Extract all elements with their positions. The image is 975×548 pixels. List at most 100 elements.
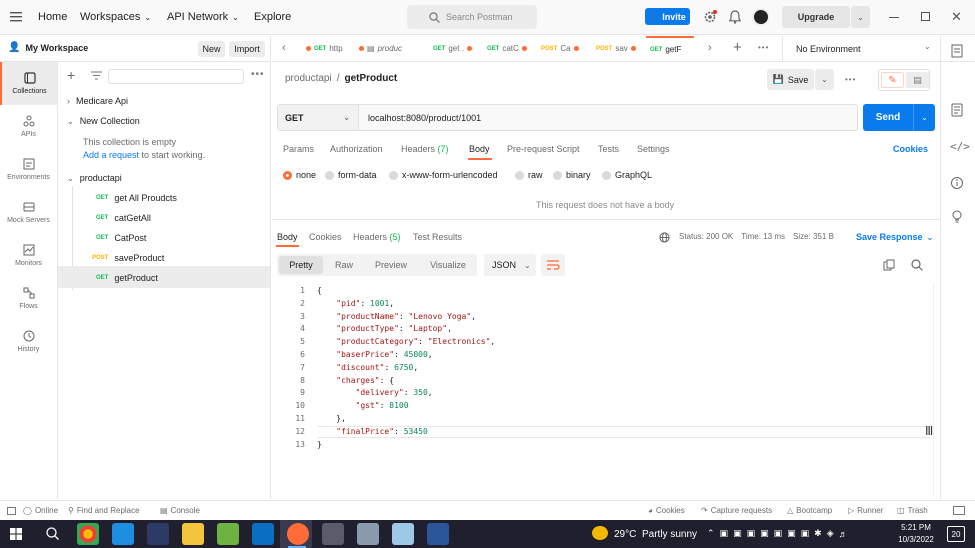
spring-tool-icon[interactable] (217, 523, 239, 545)
save-button[interactable]: 💾 Save (767, 69, 814, 90)
new-button[interactable]: New (198, 41, 225, 57)
comments-icon[interactable]: ▤ (906, 72, 929, 88)
nav-mock-servers[interactable]: Mock Servers (0, 191, 57, 234)
view-preview[interactable]: Preview (366, 256, 416, 274)
bluetooth-icon[interactable]: ✱ (814, 528, 822, 539)
chrome-icon[interactable] (77, 523, 99, 545)
weather-text[interactable]: Partly sunny (642, 529, 697, 540)
close-icon[interactable]: ✕ (951, 9, 962, 25)
avatar[interactable] (752, 8, 770, 26)
lightbulb-icon[interactable] (950, 209, 967, 226)
url-input[interactable]: localhost:8080/product/1001 (368, 113, 481, 123)
collection-new[interactable]: ⌄ New Collection (67, 116, 140, 126)
import-button[interactable]: Import (229, 41, 265, 57)
request-item-saveproduct[interactable]: POST saveProduct (92, 253, 164, 263)
editor-scrollbar[interactable] (933, 283, 934, 496)
code-icon[interactable]: </> (950, 140, 970, 157)
trash-button[interactable]: ◫ Trash (897, 506, 928, 515)
request-item-catgetall[interactable]: GET catGetAll (96, 213, 151, 223)
tab-4[interactable]: GET catC (483, 36, 527, 61)
tab-1[interactable]: GET http (302, 36, 343, 61)
collection-medicare[interactable]: › Medicare Api (67, 96, 128, 106)
minimize-icon[interactable] (889, 17, 899, 18)
nav-monitors[interactable]: Monitors (0, 234, 57, 277)
breadcrumb-parent[interactable]: productapi (285, 73, 332, 84)
weather-temp[interactable]: 29°C (614, 529, 636, 540)
online-status[interactable]: ◯ Online (23, 506, 58, 515)
wrap-lines-icon[interactable] (541, 254, 565, 276)
body-type-urlencoded[interactable]: x-www-form-urlencoded (389, 170, 498, 180)
response-size[interactable]: Size: 351 B (793, 232, 834, 241)
method-select[interactable]: GET ⌄ (278, 105, 359, 130)
send-dropdown-icon[interactable]: ⌄ (913, 104, 935, 131)
send-button[interactable]: Send (863, 104, 913, 131)
nav-collections[interactable]: Collections (0, 62, 57, 105)
restore-icon[interactable] (921, 12, 930, 21)
tab-prerequest-script[interactable]: Pre-request Script (507, 144, 580, 154)
tab-body[interactable]: Body (469, 144, 490, 154)
tab-settings[interactable]: Settings (637, 144, 670, 154)
console-button[interactable]: ▤ Console (160, 506, 200, 515)
environment-quick-look-icon[interactable] (950, 44, 967, 61)
home-link[interactable]: Home (38, 11, 67, 23)
tray-app-icon[interactable]: ▣ (774, 528, 783, 539)
request-item-get-all-products[interactable]: GET get All Proudcts (96, 193, 177, 203)
tab-5[interactable]: POST Ca (537, 36, 579, 61)
search-bar[interactable]: Search Postman (407, 5, 537, 29)
request-item-getproduct[interactable]: GET getProduct (96, 273, 158, 283)
edit-pencil-icon[interactable]: ✎ (881, 72, 904, 88)
volume-icon[interactable]: ♬ (839, 529, 848, 539)
chevron-down-icon[interactable]: ⌄ (924, 42, 931, 51)
search-icon[interactable] (911, 259, 923, 271)
tray-chevron-up-icon[interactable]: ⌃ (707, 528, 715, 539)
tab-2[interactable]: ▤ produc (355, 36, 402, 61)
info-icon[interactable] (950, 176, 967, 193)
format-select[interactable]: JSON ⌄ (484, 254, 536, 276)
tabs-more-icon[interactable]: ••• (758, 43, 769, 52)
globe-icon[interactable] (659, 232, 670, 243)
tab-tests[interactable]: Tests (598, 144, 619, 154)
capture-requests-button[interactable]: ↷ Capture requests (701, 506, 772, 515)
new-tab-plus-icon[interactable]: + (733, 39, 742, 56)
tab-6[interactable]: POST sav (592, 36, 636, 61)
response-tab-cookies[interactable]: Cookies (309, 232, 342, 242)
bell-icon[interactable] (729, 10, 741, 24)
tab-3[interactable]: GET get . (429, 36, 472, 61)
toggle-sidebar-icon[interactable] (7, 507, 16, 515)
tab-authorization[interactable]: Authorization (330, 144, 383, 154)
settings-icon[interactable] (703, 10, 717, 24)
nav-apis[interactable]: APIs (0, 105, 57, 148)
response-tab-body[interactable]: Body (277, 232, 298, 242)
upgrade-dropdown-icon[interactable]: ⌄ (851, 6, 870, 28)
add-request-link[interactable]: Add a request (83, 150, 139, 160)
save-dropdown-icon[interactable]: ⌄ (815, 69, 834, 90)
copy-icon[interactable] (883, 259, 895, 271)
more-icon[interactable]: ••• (251, 69, 265, 80)
tab-params[interactable]: Params (283, 144, 314, 154)
wifi-icon[interactable]: ◈ (827, 528, 834, 539)
cookies-link[interactable]: Cookies (893, 144, 928, 154)
word-icon[interactable] (427, 523, 449, 545)
tray-app-icon[interactable]: ▣ (720, 528, 729, 539)
tray-app-icon[interactable]: ▣ (733, 528, 742, 539)
request-title[interactable]: getProduct (344, 73, 397, 84)
settings-app-icon[interactable] (322, 523, 344, 545)
environment-selector[interactable]: No Environment (796, 44, 861, 54)
request-item-catpost[interactable]: GET CatPost (96, 233, 146, 243)
upgrade-button[interactable]: Upgrade (782, 6, 850, 28)
request-more-icon[interactable]: ••• (845, 75, 856, 84)
clock-time[interactable]: 5:21 PM (897, 523, 935, 532)
windows-start-icon[interactable] (10, 528, 22, 540)
body-type-form-data[interactable]: form-data (325, 170, 377, 180)
collection-productapi[interactable]: ⌄ productapi (67, 173, 122, 183)
api-network-menu[interactable]: API Network ⌄ (167, 11, 239, 23)
tray-app-icon[interactable]: ▣ (801, 528, 810, 539)
nav-flows[interactable]: Flows (0, 277, 57, 320)
documentation-icon[interactable] (950, 103, 967, 120)
bootcamp-button[interactable]: △ Bootcamp (787, 506, 832, 515)
intellij-icon[interactable] (147, 523, 169, 545)
body-type-raw[interactable]: raw (515, 170, 543, 180)
collection-search-input[interactable] (108, 69, 244, 84)
app-icon[interactable] (357, 523, 379, 545)
response-body-editor[interactable]: Ⅲ 1 2 3 4 5 6 7 8 9 10 11 12 13 { "pid": 1001, "prod… (277, 283, 937, 496)
